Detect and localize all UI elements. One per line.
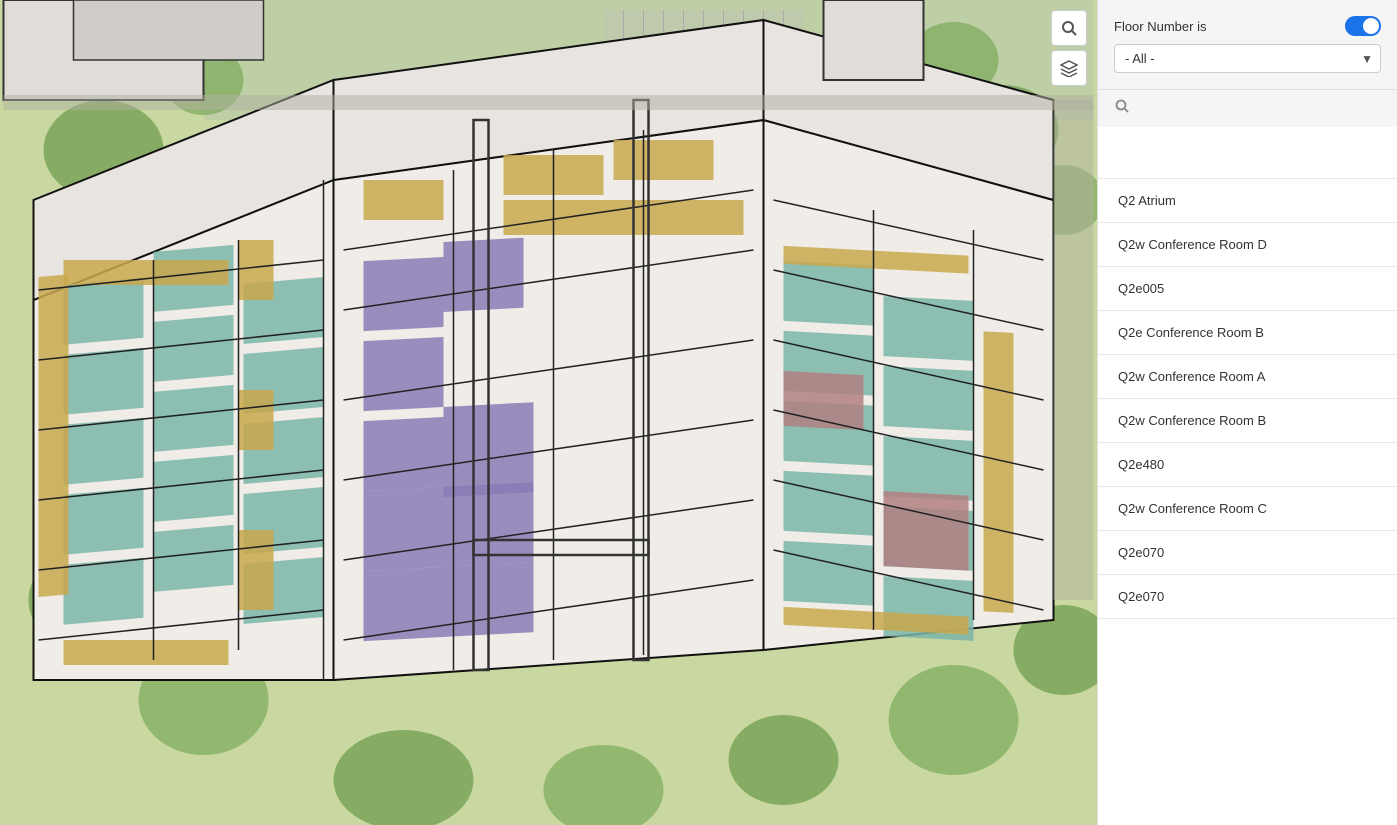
list-item[interactable]: Q2w Conference Room D [1098, 223, 1397, 267]
floor-select[interactable]: - All - 1 2 3 [1114, 44, 1381, 73]
toggle-switch[interactable] [1345, 16, 1381, 36]
list-item[interactable]: Q2e005 [1098, 267, 1397, 311]
list-item[interactable]: Q2e070 [1098, 575, 1397, 619]
list-item[interactable]: Q2w Conference Room C [1098, 487, 1397, 531]
panel-search [1098, 90, 1397, 127]
list-item[interactable]: Q2 Atrium [1098, 179, 1397, 223]
list-item[interactable] [1098, 127, 1397, 179]
list-item[interactable]: Q2e Conference Room B [1098, 311, 1397, 355]
filter-label: Floor Number is [1114, 19, 1206, 34]
list-item[interactable]: Q2w Conference Room A [1098, 355, 1397, 399]
panel-header: Floor Number is - All - 1 2 3 ▼ [1098, 0, 1397, 90]
right-panel: Floor Number is - All - 1 2 3 ▼ Q2 Atriu… [1097, 0, 1397, 825]
layers-button[interactable] [1051, 50, 1087, 86]
room-list: Q2 Atrium Q2w Conference Room D Q2e005 Q… [1098, 127, 1397, 825]
select-wrapper: - All - 1 2 3 ▼ [1114, 44, 1381, 73]
search-icon [1114, 98, 1130, 114]
list-item[interactable]: Q2w Conference Room B [1098, 399, 1397, 443]
filter-row: Floor Number is [1114, 16, 1381, 36]
search-button[interactable] [1051, 10, 1087, 46]
map-toolbar [1051, 10, 1087, 86]
list-item[interactable]: Q2e480 [1098, 443, 1397, 487]
list-item[interactable]: Q2e070 [1098, 531, 1397, 575]
map-area[interactable] [0, 0, 1097, 825]
